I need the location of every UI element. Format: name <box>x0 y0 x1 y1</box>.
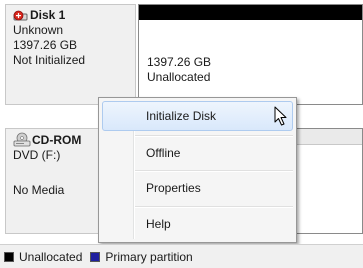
legend-label-unallocated: Unallocated <box>19 249 83 264</box>
unallocated-bar <box>139 5 362 20</box>
disk-1-size: 1397.26 GB <box>13 38 78 52</box>
disk-1-unallocated-volume[interactable]: 1397.26 GB Unallocated <box>138 4 363 105</box>
disk-1-status: Not Initialized <box>13 53 86 67</box>
disk-1-name: Disk 1 <box>30 8 66 22</box>
disk-1-label[interactable]: Disk 1 Unknown 1397.26 GB Not Initialize… <box>5 4 136 105</box>
menu-separator <box>135 135 293 137</box>
disk-warning-icon <box>13 9 29 23</box>
legend-swatch-primary-partition <box>90 251 101 262</box>
menu-separator <box>135 206 293 208</box>
cd-rom-icon <box>13 132 31 148</box>
menu-item-initialize-disk[interactable]: Initialize Disk <box>102 101 293 131</box>
volume-size: 1397.26 GB <box>147 55 212 69</box>
mouse-pointer-icon <box>274 106 288 130</box>
menu-item-properties[interactable]: Properties <box>102 173 293 203</box>
legend: Unallocated Primary partition <box>0 244 363 268</box>
cd-rom-name: CD-ROM <box>32 132 82 147</box>
menu-separator <box>135 170 293 172</box>
volume-status: Unallocated <box>147 70 211 84</box>
legend-label-primary-partition: Primary partition <box>105 249 193 264</box>
legend-swatch-unallocated <box>4 251 14 262</box>
disk-1-type: Unknown <box>13 23 64 37</box>
menu-item-help[interactable]: Help <box>102 209 293 239</box>
menu-item-offline[interactable]: Offline <box>102 138 293 168</box>
context-menu: Initialize Disk Offline Properties Help <box>98 97 297 243</box>
